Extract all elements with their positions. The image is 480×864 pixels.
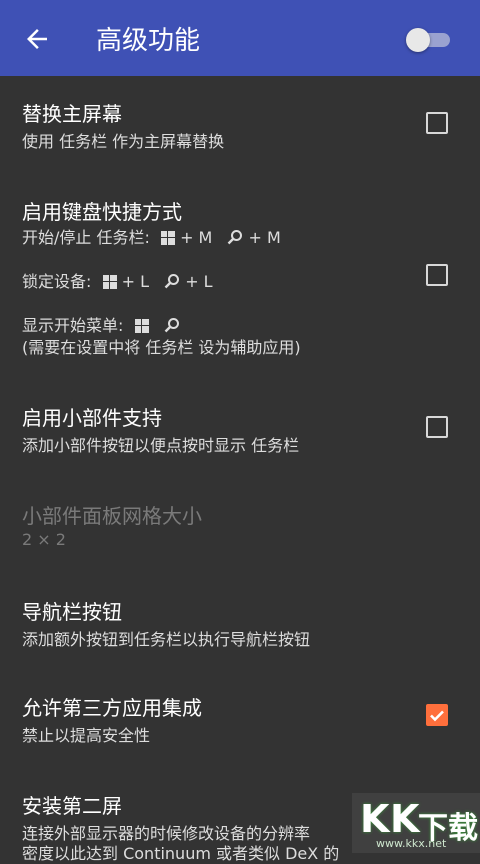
shortcut-lock: 锁定设备: + L + L (22, 268, 213, 292)
search-icon (164, 274, 180, 289)
setting-summary: 添加小部件按钮以便点按时显示 任务栏 (22, 436, 300, 455)
setting-title: 替换主屏幕 (22, 102, 122, 126)
page-title: 高级功能 (96, 26, 201, 56)
windows-icon (134, 319, 149, 333)
setting-title: 导航栏按钮 (22, 600, 122, 624)
setting-title: 启用键盘快捷方式 (22, 200, 182, 224)
app-bar: 高级功能 (0, 0, 480, 76)
shortcut-label: 锁定设备: (22, 272, 92, 291)
search-icon (164, 318, 179, 333)
shortcut-label: 开始/停止 任务栏: (22, 228, 150, 247)
setting-title: 小部件面板网格大小 (22, 504, 202, 528)
setting-summary: 使用 任务栏 作为主屏幕替换 (22, 132, 225, 151)
setting-widget-grid-size: 小部件面板网格大小 2 × 2 (0, 478, 480, 574)
shortcut-label: 显示开始菜单: (22, 316, 124, 335)
shortcut-key: + M (248, 228, 281, 247)
setting-widgets[interactable]: 启用小部件支持 添加小部件按钮以便点按时显示 任务栏 (0, 378, 480, 478)
widgets-checkbox[interactable] (426, 416, 448, 438)
arrow-left-icon[interactable] (22, 24, 52, 54)
third-party-checkbox[interactable] (426, 704, 448, 726)
watermark-logo: K K 下载 www.kkx.net (352, 793, 480, 853)
check-icon (430, 710, 444, 722)
setting-third-party[interactable]: 允许第三方应用集成 禁止以提高安全性 (0, 670, 480, 770)
replace-home-checkbox[interactable] (426, 112, 448, 134)
setting-title: 启用小部件支持 (22, 406, 162, 430)
setting-replace-home[interactable]: 替换主屏幕 使用 任务栏 作为主屏幕替换 (0, 76, 480, 168)
setting-summary: 禁止以提高安全性 (22, 726, 151, 745)
setting-summary: 添加额外按钮到任务栏以执行导航栏按钮 (22, 630, 311, 649)
shortcut-note: (需要在设置中将 任务栏 设为辅助应用) (22, 338, 301, 357)
windows-icon (102, 275, 117, 289)
keyboard-shortcuts-checkbox[interactable] (426, 264, 448, 286)
switch-thumb (406, 28, 430, 52)
watermark-url: www.kkx.net (376, 837, 447, 850)
setting-title: 允许第三方应用集成 (22, 696, 202, 720)
windows-icon (160, 231, 175, 245)
shortcut-start-stop: 开始/停止 任务栏: + M + M (22, 224, 281, 248)
shortcut-key: + M (180, 228, 213, 247)
setting-keyboard-shortcuts[interactable]: 启用键盘快捷方式 开始/停止 任务栏: + M + M 锁定设备: + L + … (0, 168, 480, 378)
search-icon (228, 230, 243, 245)
setting-nav-buttons[interactable]: 导航栏按钮 添加额外按钮到任务栏以执行导航栏按钮 (0, 574, 480, 670)
watermark-letter: K (360, 797, 390, 841)
master-toggle-switch[interactable] (406, 28, 450, 52)
setting-summary: 密度以此达到 Continuum 或者类似 DeX 的 (22, 844, 340, 863)
setting-summary: 2 × 2 (22, 530, 66, 549)
watermark-letter: K (390, 797, 420, 841)
shortcut-key: + L (121, 272, 149, 291)
setting-title: 安装第二屏 (22, 794, 122, 818)
shortcut-key: + L (185, 272, 213, 291)
shortcut-menu: 显示开始菜单: (22, 312, 180, 336)
